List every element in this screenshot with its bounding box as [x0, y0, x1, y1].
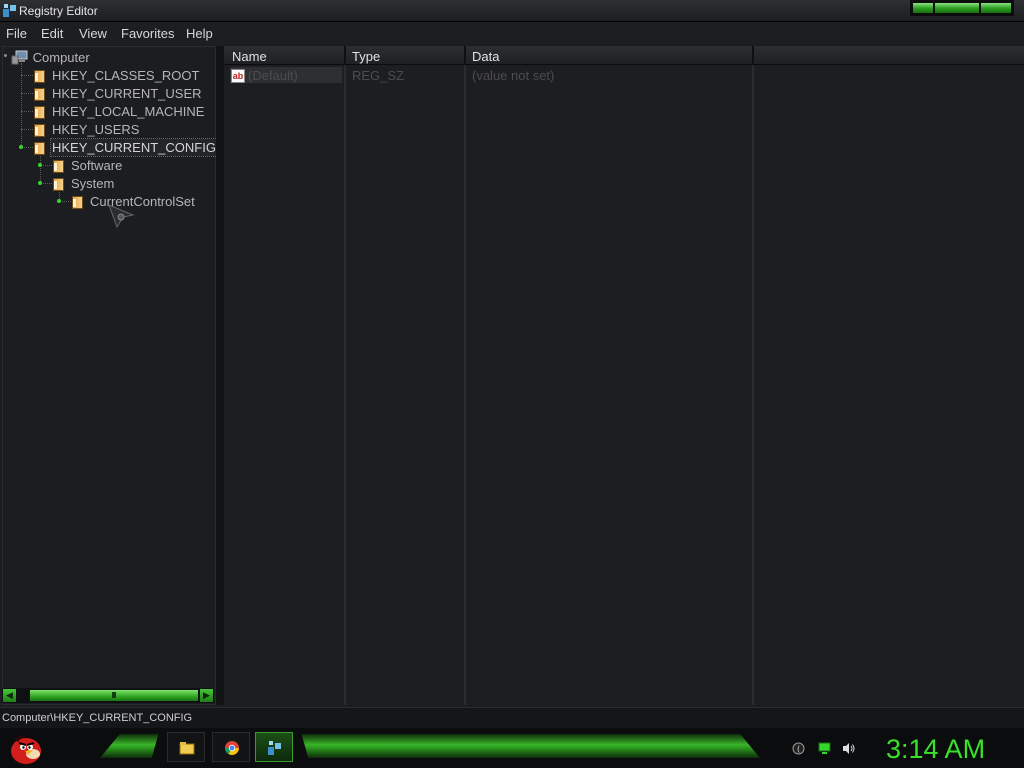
start-button[interactable] — [6, 730, 44, 766]
folder-icon — [33, 105, 45, 119]
column-divider[interactable] — [344, 46, 346, 65]
folder-icon — [33, 87, 45, 101]
chrome-icon — [225, 741, 239, 755]
registry-tree[interactable]: Computer HKEY_CLASSES_ROOT HKEY_CURRENT_… — [2, 46, 218, 705]
keyboard-icon[interactable]: ( — [792, 742, 805, 755]
file-explorer-icon — [179, 742, 195, 755]
computer-icon — [11, 50, 28, 65]
column-divider[interactable] — [752, 46, 754, 65]
expand-dot-icon[interactable] — [57, 199, 61, 203]
folder-icon — [33, 123, 45, 137]
folder-icon — [52, 159, 64, 173]
expand-dot-icon[interactable] — [38, 163, 42, 167]
menu-view[interactable]: View — [79, 26, 107, 41]
taskbar-file-explorer[interactable] — [167, 732, 205, 762]
expand-dot-icon[interactable] — [38, 181, 42, 185]
string-value-icon: ab — [231, 69, 245, 83]
tree-node-label: Computer — [32, 50, 90, 65]
tree-line — [21, 93, 33, 94]
column-line — [752, 65, 754, 705]
menu-edit[interactable]: Edit — [41, 26, 63, 41]
tree-horizontal-scrollbar[interactable]: ◀ ▶ — [2, 688, 214, 703]
tree-node-hkey-current-config[interactable]: HKEY_CURRENT_CONFIG — [50, 138, 218, 157]
tree-node-hkey-classes-root[interactable]: HKEY_CLASSES_ROOT — [51, 67, 200, 84]
menu-bar: File Edit View Favorites Help — [0, 22, 1024, 44]
column-line — [464, 65, 466, 705]
scroll-right-icon[interactable]: ▶ — [200, 689, 213, 702]
mouse-cursor-icon — [108, 204, 135, 229]
maximize-button[interactable] — [934, 2, 980, 14]
tree-line — [21, 129, 33, 130]
list-header: Name Type Data — [224, 46, 1024, 65]
tree-node-hkey-users[interactable]: HKEY_USERS — [51, 121, 140, 138]
registry-editor-icon — [268, 741, 281, 755]
tree-node-currentcontrolset[interactable]: CurrentControlSet — [89, 193, 196, 210]
column-data[interactable]: Data — [472, 49, 499, 64]
menu-favorites[interactable]: Favorites — [121, 26, 174, 41]
tree-node-hkey-current-user[interactable]: HKEY_CURRENT_USER — [51, 85, 203, 102]
tree-node-system[interactable]: System — [70, 175, 115, 192]
column-name[interactable]: Name — [232, 49, 267, 64]
volume-icon[interactable] — [842, 742, 855, 755]
column-divider[interactable] — [464, 46, 466, 65]
taskbar: ( 3:14 AM — [0, 728, 1024, 768]
value-type: REG_SZ — [352, 68, 405, 83]
close-button[interactable] — [980, 2, 1012, 14]
column-line — [344, 65, 346, 705]
folder-icon — [33, 141, 45, 155]
title-bar: Registry Editor — [0, 0, 1024, 22]
taskbar-registry-editor[interactable] — [255, 732, 293, 762]
collapse-arrow-icon[interactable] — [4, 54, 7, 57]
value-name: (Default) — [248, 68, 298, 83]
status-bar: Computer\HKEY_CURRENT_CONFIG — [0, 707, 1024, 728]
value-data: (value not set) — [472, 68, 555, 83]
menu-help[interactable]: Help — [186, 26, 213, 41]
scroll-left-icon[interactable]: ◀ — [3, 689, 16, 702]
network-icon[interactable] — [818, 742, 831, 755]
registry-editor-icon — [3, 4, 16, 17]
window-title: Registry Editor — [19, 4, 98, 18]
tree-node-computer[interactable]: Computer — [11, 49, 91, 66]
tree-line — [40, 153, 41, 183]
status-path: Computer\HKEY_CURRENT_CONFIG — [2, 712, 193, 724]
menu-file[interactable]: File — [6, 26, 27, 41]
tree-node-software[interactable]: Software — [70, 157, 123, 174]
folder-icon — [33, 69, 45, 83]
scroll-grip-icon — [112, 692, 116, 698]
values-list[interactable]: Name Type Data ab (Default) REG_SZ (valu… — [224, 46, 1024, 705]
minimize-button[interactable] — [912, 2, 934, 14]
tree-node-hkey-local-machine[interactable]: HKEY_LOCAL_MACHINE — [51, 103, 205, 120]
taskbar-chrome[interactable] — [212, 732, 250, 762]
expand-dot-icon[interactable] — [19, 145, 23, 149]
column-type[interactable]: Type — [352, 49, 380, 64]
pane-splitter[interactable] — [216, 46, 224, 705]
tree-line — [21, 111, 33, 112]
taskbar-clock[interactable]: 3:14 AM — [886, 734, 985, 765]
folder-icon — [71, 195, 83, 209]
tree-line — [21, 75, 33, 76]
svg-text:(: ( — [797, 745, 800, 754]
folder-icon — [52, 177, 64, 191]
